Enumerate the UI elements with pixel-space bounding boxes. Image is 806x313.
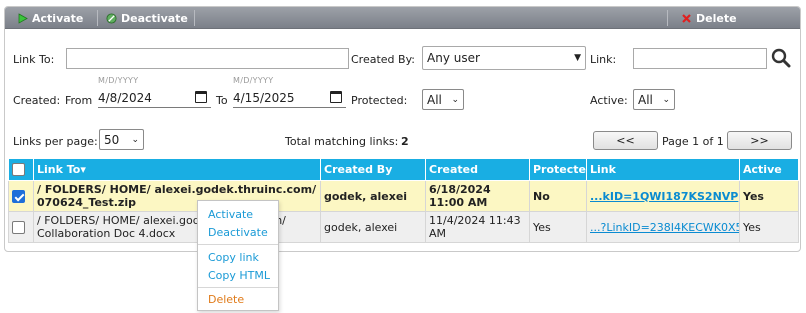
- link-input[interactable]: [633, 48, 767, 69]
- menu-item-delete[interactable]: Delete: [208, 293, 244, 306]
- row-checkbox[interactable]: [12, 220, 25, 234]
- chevron-down-icon: ⌄: [451, 94, 459, 105]
- active-cell: Yes: [739, 211, 799, 243]
- deactivate-label: Deactivate: [121, 11, 188, 25]
- protected-cell: No: [529, 180, 587, 212]
- calendar-icon[interactable]: [330, 91, 342, 103]
- protected-value: All: [427, 92, 442, 107]
- activate-label: Activate: [32, 11, 84, 25]
- to-date-input[interactable]: 4/15/2025: [233, 91, 295, 105]
- created-by-cell: godek, alexei: [320, 180, 426, 212]
- menu-divider: [198, 244, 278, 245]
- to-label: To: [216, 94, 228, 107]
- link-cell: ...?LinkID=238I4KECWK0X5: [586, 211, 740, 243]
- menu-item-deactivate[interactable]: Deactivate: [208, 226, 268, 239]
- links-table: Link To▾ Created By Created Protected Li…: [8, 158, 799, 243]
- link-cell: ...kID=1QWI187KS2NVP: [586, 180, 740, 212]
- delete-button[interactable]: Delete: [681, 7, 737, 29]
- column-header-protected[interactable]: Protected: [529, 158, 587, 181]
- total-matching-count: 2: [401, 135, 409, 148]
- protected-label: Protected:: [351, 94, 408, 107]
- search-icon[interactable]: [771, 48, 791, 68]
- no-entry-icon: [106, 12, 117, 24]
- context-menu: Activate Deactivate Copy link Copy HTML …: [197, 200, 279, 311]
- active-value: All: [638, 92, 653, 107]
- column-header-link[interactable]: Link: [586, 158, 740, 181]
- column-header-created[interactable]: Created: [425, 158, 530, 181]
- total-matching-label: Total matching links:: [285, 135, 399, 148]
- links-per-page-value: 50: [104, 132, 120, 147]
- created-by-select[interactable]: Any user ▼: [422, 46, 586, 70]
- toolbar-separator: [667, 10, 668, 26]
- row-checkbox-cell[interactable]: [8, 180, 34, 212]
- to-date-underline: [233, 107, 346, 108]
- select-all-checkbox[interactable]: [12, 163, 25, 177]
- column-header-link-to[interactable]: Link To▾: [33, 158, 321, 181]
- links-per-page-label: Links per page:: [13, 135, 98, 148]
- play-icon: [18, 12, 28, 24]
- delete-label: Delete: [696, 11, 737, 25]
- toolbar-separator: [97, 10, 98, 26]
- created-cell: 6/18/2024 11:00 AM: [425, 180, 530, 212]
- created-label: Created:: [13, 94, 61, 107]
- row-checkbox-cell[interactable]: [8, 211, 34, 243]
- created-by-cell: godek, alexei: [320, 211, 426, 243]
- created-by-label: Created By:: [351, 53, 415, 66]
- from-date-input[interactable]: 4/8/2024: [98, 91, 152, 105]
- table-row[interactable]: / FOLDERS/ HOME/ alexei.godek.thruinc.co…: [8, 211, 799, 243]
- column-header-created-by[interactable]: Created By: [320, 158, 426, 181]
- protected-cell: Yes: [529, 211, 587, 243]
- active-label: Active:: [590, 94, 628, 107]
- table-row[interactable]: / FOLDERS/ HOME/ alexei.godek.thruinc.co…: [8, 180, 799, 212]
- menu-item-copy-link[interactable]: Copy link: [208, 251, 259, 264]
- chevron-down-icon: ⌄: [662, 94, 670, 105]
- link-to-label: Link To:: [13, 53, 55, 66]
- links-per-page-select[interactable]: 50 ⌄: [99, 129, 144, 150]
- row-checkbox[interactable]: [12, 189, 25, 203]
- table-header-row: Link To▾ Created By Created Protected Li…: [8, 158, 799, 181]
- column-header-active[interactable]: Active: [739, 158, 799, 181]
- link-to-input[interactable]: [66, 48, 349, 69]
- active-select[interactable]: All ⌄: [633, 89, 675, 110]
- previous-page-button[interactable]: <<: [593, 131, 658, 150]
- active-cell: Yes: [739, 180, 799, 212]
- page-info: Page 1 of 1: [662, 135, 724, 148]
- protected-select[interactable]: All ⌄: [422, 89, 464, 110]
- deactivate-button[interactable]: Deactivate: [106, 7, 188, 29]
- select-all-header[interactable]: [8, 158, 34, 181]
- toolbar-separator: [194, 10, 195, 26]
- activate-button[interactable]: Activate: [17, 7, 83, 29]
- menu-item-activate[interactable]: Activate: [208, 208, 253, 221]
- created-cell: 11/4/2024 11:43 AM: [425, 211, 530, 243]
- share-link[interactable]: ...?LinkID=238I4KECWK0X5: [590, 221, 739, 234]
- share-link[interactable]: ...kID=1QWI187KS2NVP: [590, 190, 738, 203]
- from-label: From: [65, 94, 93, 107]
- from-date-underline: [98, 107, 211, 108]
- toolbar: Activate Deactivate Delete: [5, 7, 800, 29]
- to-date-format-hint: M/D/YYYY: [233, 76, 274, 85]
- calendar-icon[interactable]: [195, 91, 207, 103]
- next-page-button[interactable]: >>: [727, 131, 792, 150]
- menu-item-copy-html[interactable]: Copy HTML: [208, 269, 270, 282]
- from-date-format-hint: M/D/YYYY: [98, 76, 139, 85]
- chevron-down-icon: ⌄: [131, 134, 139, 145]
- created-by-value: Any user: [427, 51, 480, 65]
- link-label: Link:: [590, 53, 617, 66]
- close-icon: [682, 13, 691, 23]
- menu-divider: [198, 287, 278, 288]
- caret-down-icon: ▼: [574, 53, 581, 63]
